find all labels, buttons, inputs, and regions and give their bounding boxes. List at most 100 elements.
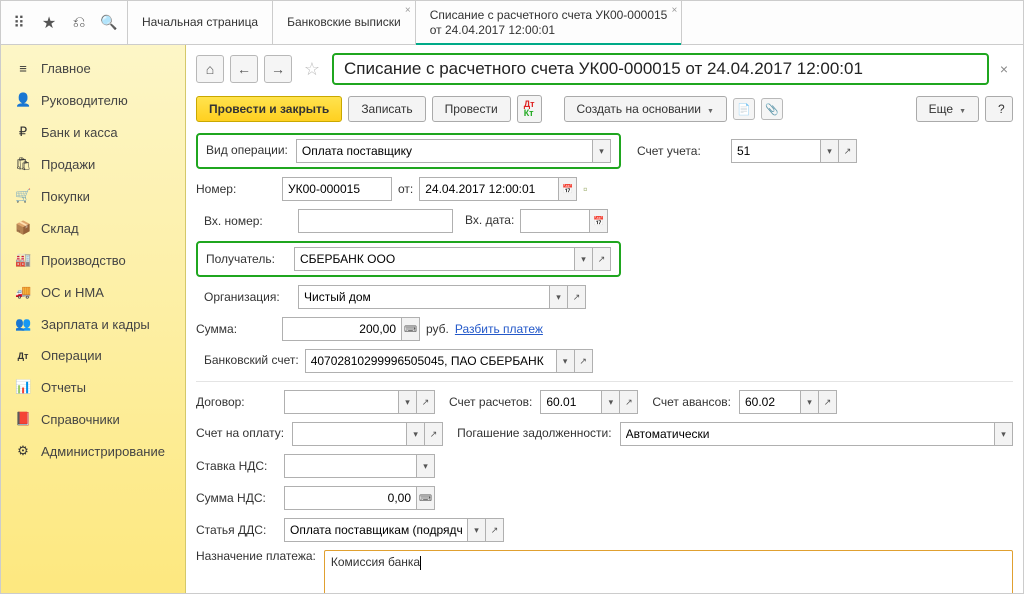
in-date-field[interactable] — [520, 209, 590, 233]
open-button[interactable]: ↗ — [568, 285, 586, 309]
sidebar-item-manager[interactable]: 👤Руководителю — [1, 84, 185, 116]
open-button[interactable]: ↗ — [839, 139, 857, 163]
sidebar-item-label: Склад — [41, 221, 79, 236]
dropdown-button[interactable]: ▾ — [575, 247, 593, 271]
favorite-star-icon[interactable]: ☆ — [298, 55, 326, 83]
factory-icon: 🏭 — [15, 252, 31, 268]
create-based-button[interactable]: Создать на основании — [564, 96, 727, 122]
dropdown-button[interactable]: ▾ — [602, 390, 620, 414]
sidebar-item-label: Руководителю — [41, 93, 128, 108]
open-button[interactable]: ↗ — [417, 390, 435, 414]
history-icon[interactable]: ⎌ — [69, 13, 89, 33]
box-icon: 📦 — [15, 220, 31, 236]
sidebar-item-assets[interactable]: 🚚ОС и НМА — [1, 276, 185, 308]
close-button[interactable]: × — [995, 60, 1013, 78]
dropdown-button[interactable]: ▾ — [417, 454, 435, 478]
label-rub: руб. — [426, 322, 449, 336]
sidebar-item-label: Банк и касса — [41, 125, 118, 140]
button-label: Еще — [929, 102, 953, 116]
save-button[interactable]: Записать — [348, 96, 425, 122]
more-button[interactable]: Еще — [916, 96, 979, 122]
sidebar-item-production[interactable]: 🏭Производство — [1, 244, 185, 276]
account-field[interactable] — [731, 139, 821, 163]
sidebar-item-label: ОС и НМА — [41, 285, 104, 300]
in-number-field[interactable] — [298, 209, 453, 233]
sidebar-item-warehouse[interactable]: 📦 Склад — [1, 212, 185, 244]
post-and-close-button[interactable]: Провести и закрыть — [196, 96, 342, 122]
close-icon[interactable]: × — [672, 5, 678, 17]
tab-bank-statements[interactable]: Банковские выписки × — [273, 1, 416, 44]
back-button[interactable]: ← — [230, 55, 258, 83]
open-button[interactable]: ↗ — [620, 390, 638, 414]
vat-sum-field[interactable] — [284, 486, 417, 510]
forward-button[interactable]: → — [264, 55, 292, 83]
dropdown-button[interactable]: ▾ — [593, 139, 611, 163]
sidebar-item-bank[interactable]: ₽ Банк и касса — [1, 116, 185, 148]
help-button[interactable]: ? — [985, 96, 1013, 122]
recipient-field[interactable] — [294, 247, 575, 271]
tab-label: Начальная страница — [142, 15, 258, 29]
print-button[interactable]: 📄 — [733, 98, 755, 120]
dropdown-button[interactable]: ▾ — [399, 390, 417, 414]
sidebar-item-purchases[interactable]: 🛒Покупки — [1, 180, 185, 212]
date-field[interactable] — [419, 177, 559, 201]
dropdown-button[interactable]: ▾ — [468, 518, 486, 542]
open-button[interactable]: ↗ — [425, 422, 443, 446]
label-account: Счет учета: — [637, 144, 725, 158]
attach-button[interactable]: 📎 — [761, 98, 783, 120]
post-button[interactable]: Провести — [432, 96, 511, 122]
home-button[interactable]: ⌂ — [196, 55, 224, 83]
dds-field[interactable] — [284, 518, 468, 542]
label-op-type: Вид операции: — [206, 144, 288, 157]
contract-field[interactable] — [284, 390, 399, 414]
calendar-button[interactable]: 📅 — [559, 177, 577, 201]
star-icon[interactable]: ★ — [39, 13, 59, 33]
settle-acc-field[interactable] — [540, 390, 602, 414]
repayment-field[interactable] — [620, 422, 995, 446]
dropdown-button[interactable]: ▾ — [995, 422, 1013, 446]
calendar-button[interactable]: 📅 — [590, 209, 608, 233]
purpose-text: Комиссия банка — [331, 555, 420, 569]
open-button[interactable]: ↗ — [486, 518, 504, 542]
calc-button[interactable]: ⌨ — [402, 317, 420, 341]
org-field[interactable] — [298, 285, 550, 309]
dropdown-button[interactable]: ▾ — [821, 139, 839, 163]
dropdown-button[interactable]: ▾ — [557, 349, 575, 373]
bank-account-field[interactable] — [305, 349, 557, 373]
sidebar-item-catalogs[interactable]: 📕Справочники — [1, 403, 185, 435]
close-icon[interactable]: × — [405, 5, 411, 17]
split-payment-link[interactable]: Разбить платеж — [455, 322, 543, 336]
dtkt-button[interactable]: ДтКт — [517, 95, 542, 123]
sidebar-item-hr[interactable]: 👥Зарплата и кадры — [1, 308, 185, 340]
dropdown-button[interactable]: ▾ — [801, 390, 819, 414]
sidebar-item-main[interactable]: ≡Главное — [1, 53, 185, 84]
vat-rate-field[interactable] — [284, 454, 417, 478]
sidebar-item-admin[interactable]: ⚙Администрирование — [1, 435, 185, 467]
sidebar-item-label: Продажи — [41, 157, 95, 172]
number-field[interactable] — [282, 177, 392, 201]
sidebar-item-sales[interactable]: 🛍 Продажи — [1, 148, 185, 180]
open-button[interactable]: ↗ — [575, 349, 593, 373]
label-purpose: Назначение платежа: — [196, 550, 316, 563]
apps-icon[interactable]: ⠿ — [9, 13, 29, 33]
pay-account-field[interactable] — [292, 422, 407, 446]
bag-icon: 🛍 — [15, 156, 31, 172]
label-dds: Статья ДДС: — [196, 523, 276, 537]
calc-button[interactable]: ⌨ — [417, 486, 435, 510]
open-button[interactable]: ↗ — [819, 390, 837, 414]
posted-icon: ▫ — [583, 182, 587, 196]
label-from: от: — [398, 182, 413, 196]
search-icon[interactable]: 🔍 — [99, 13, 119, 33]
purpose-textarea[interactable]: Комиссия банка — [324, 550, 1013, 593]
sidebar-item-operations[interactable]: ДтОперации — [1, 340, 185, 371]
tab-payment-doc[interactable]: Списание с расчетного счета УК00-000015 … — [416, 1, 683, 44]
advance-acc-field[interactable] — [739, 390, 801, 414]
dropdown-button[interactable]: ▾ — [550, 285, 568, 309]
open-button[interactable]: ↗ — [593, 247, 611, 271]
sum-field[interactable] — [282, 317, 402, 341]
ruble-icon: ₽ — [15, 124, 31, 140]
dropdown-button[interactable]: ▾ — [407, 422, 425, 446]
tab-home[interactable]: Начальная страница — [128, 1, 273, 44]
op-type-select[interactable] — [296, 139, 593, 163]
sidebar-item-reports[interactable]: 📊Отчеты — [1, 371, 185, 403]
